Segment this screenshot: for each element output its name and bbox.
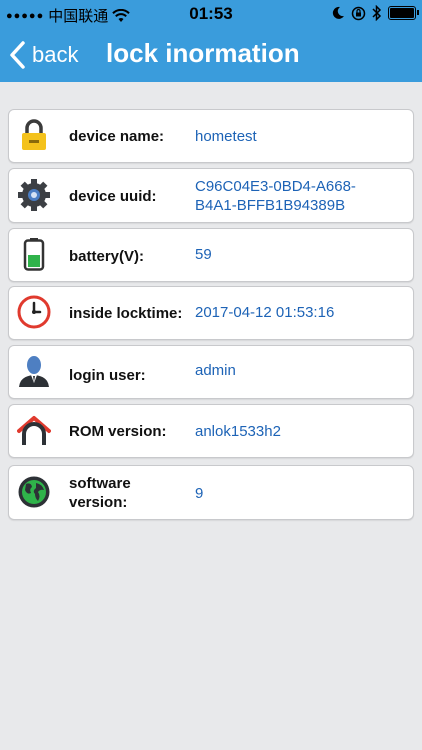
back-label: back (32, 42, 79, 67)
device-uuid-value-line2: B4A1-BFFB1B94389B (195, 197, 346, 214)
login-user-label: login user: (69, 367, 146, 384)
inside-locktime-label: inside locktime: (69, 305, 183, 322)
inside-locktime-row: inside locktime: 2017-04-12 01:53:16 (8, 286, 414, 340)
navigation-bar: back lock inormation (0, 28, 422, 82)
battery-value: 59 (195, 246, 212, 263)
status-right (332, 5, 419, 21)
moon-icon (332, 6, 344, 19)
back-button[interactable]: back (8, 36, 78, 74)
rom-version-row: ROM version: anlok1533h2 (8, 404, 414, 458)
battery-label: battery(V): (69, 248, 145, 265)
software-version-value: 9 (195, 485, 204, 502)
chevron-left-icon (10, 41, 25, 69)
home-icon (17, 416, 51, 445)
software-version-row: software version: 9 (8, 465, 414, 520)
user-icon (19, 356, 49, 387)
rotation-lock-icon (351, 6, 366, 20)
device-uuid-value-line1: C96C04E3-0BD4-A668- (195, 178, 356, 195)
inside-locktime-value: 2017-04-12 01:53:16 (195, 304, 335, 321)
login-user-value: admin (195, 362, 236, 379)
login-user-row: login user: admin (8, 345, 414, 399)
battery-icon (23, 238, 45, 271)
bluetooth-icon (372, 5, 382, 21)
device-name-row: device name: hometest (8, 109, 414, 163)
globe-icon (18, 476, 50, 508)
device-name-label: device name: (69, 128, 165, 145)
lock-icon (22, 119, 46, 150)
page-title: lock inormation (106, 38, 300, 68)
battery-row: battery(V): 59 (8, 228, 414, 282)
device-name-value: hometest (195, 128, 257, 145)
software-version-label-line2: version: (69, 494, 128, 511)
software-version-label-line1: software (69, 475, 131, 492)
device-uuid-row: device uuid: C96C04E3-0BD4-A668- B4A1-BF… (8, 168, 414, 223)
gear-icon (18, 179, 50, 211)
status-battery-icon (388, 6, 419, 20)
clock-icon (17, 295, 51, 329)
device-uuid-label: device uuid: (69, 188, 157, 205)
rom-version-value: anlok1533h2 (195, 423, 281, 440)
rom-version-label: ROM version: (69, 423, 167, 440)
status-bar: ●●●●● 中国联通 01:53 (0, 0, 422, 28)
